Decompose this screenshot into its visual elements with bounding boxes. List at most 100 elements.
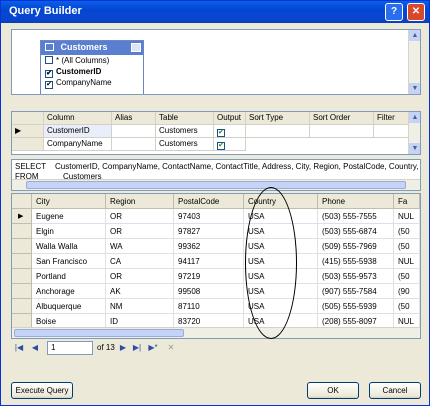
results-header-phone[interactable]: Phone xyxy=(318,194,394,209)
result-cell[interactable]: (509) 555-7969 xyxy=(318,239,394,254)
current-record-input[interactable]: 1 xyxy=(47,341,93,355)
result-cell[interactable]: Eugene xyxy=(32,209,106,224)
result-cell[interactable]: Anchorage xyxy=(32,284,106,299)
result-cell[interactable]: Portland xyxy=(32,269,106,284)
column-item-all[interactable]: * (All Columns) xyxy=(41,55,143,66)
diagram-pane[interactable]: Customers * (All Columns) ✔ CustomerID ✔ C… xyxy=(11,29,421,95)
results-horizontal-scrollbar[interactable] xyxy=(12,327,420,338)
result-cell[interactable]: Albuquerque xyxy=(32,299,106,314)
row-selector[interactable] xyxy=(12,269,32,284)
result-cell[interactable]: WA xyxy=(106,239,174,254)
output-checkbox[interactable]: ✔ xyxy=(217,142,225,150)
row-selector[interactable] xyxy=(12,299,32,314)
row-selector[interactable] xyxy=(12,138,44,151)
column-item-companyname[interactable]: ✔ CompanyName xyxy=(41,77,143,89)
result-cell[interactable]: USA xyxy=(244,284,318,299)
customers-table-box[interactable]: Customers * (All Columns) ✔ CustomerID ✔ C… xyxy=(40,40,144,94)
cancel-button[interactable]: Cancel xyxy=(369,382,421,399)
previous-record-icon[interactable]: ◀ xyxy=(29,342,41,354)
result-cell[interactable]: NM xyxy=(106,299,174,314)
row-selector[interactable] xyxy=(12,224,32,239)
scroll-up-icon[interactable]: ▲ xyxy=(409,30,420,41)
result-cell[interactable]: NUL xyxy=(394,209,420,224)
checkbox-checked[interactable]: ✔ xyxy=(45,81,53,89)
result-cell[interactable]: (415) 555-5938 xyxy=(318,254,394,269)
result-cell[interactable]: Elgin xyxy=(32,224,106,239)
criteria-cell-column[interactable]: CompanyName xyxy=(44,138,112,151)
minimize-icon[interactable] xyxy=(131,43,141,52)
results-header-fax[interactable]: Fa xyxy=(394,194,420,209)
last-record-icon[interactable]: ▶| xyxy=(131,342,143,354)
row-selector[interactable] xyxy=(12,239,32,254)
result-cell[interactable]: USA xyxy=(244,254,318,269)
result-cell[interactable]: 99362 xyxy=(174,239,244,254)
sql-horizontal-scrollbar[interactable] xyxy=(12,179,420,190)
result-cell[interactable]: CA xyxy=(106,254,174,269)
result-cell[interactable]: NUL xyxy=(394,254,420,269)
result-cell[interactable]: (503) 555-7555 xyxy=(318,209,394,224)
result-cell[interactable]: USA xyxy=(244,269,318,284)
result-cell[interactable]: (505) 555-5939 xyxy=(318,299,394,314)
result-cell[interactable]: 87110 xyxy=(174,299,244,314)
criteria-cell-table[interactable]: Customers xyxy=(156,138,214,151)
result-cell[interactable]: AK xyxy=(106,284,174,299)
table-box-header[interactable]: Customers xyxy=(41,41,143,55)
row-selector-icon[interactable]: ▶ xyxy=(12,209,32,224)
result-cell[interactable]: 99508 xyxy=(174,284,244,299)
execute-query-button[interactable]: Execute Query xyxy=(11,382,73,399)
result-cell[interactable]: (50 xyxy=(394,299,420,314)
result-cell[interactable]: 97219 xyxy=(174,269,244,284)
scroll-up-icon[interactable]: ▲ xyxy=(409,112,420,123)
criteria-cell-column[interactable]: CustomerID xyxy=(44,125,112,138)
results-header-postalcode[interactable]: PostalCode xyxy=(174,194,244,209)
diagram-vertical-scrollbar[interactable]: ▲ ▼ xyxy=(408,30,420,94)
result-cell[interactable]: (907) 555-7584 xyxy=(318,284,394,299)
result-cell[interactable]: (503) 555-9573 xyxy=(318,269,394,284)
scroll-thumb[interactable] xyxy=(26,181,406,189)
criteria-cell-sort-type[interactable] xyxy=(246,125,310,138)
close-button[interactable]: ✕ xyxy=(407,3,425,21)
result-cell[interactable]: (50 xyxy=(394,269,420,284)
result-cell[interactable]: USA xyxy=(244,299,318,314)
scroll-down-icon[interactable]: ▼ xyxy=(409,143,420,154)
results-header-region[interactable]: Region xyxy=(106,194,174,209)
scroll-thumb[interactable] xyxy=(14,329,184,337)
sql-pane[interactable]: SELECT CustomerID, CompanyName, ContactNa… xyxy=(11,159,421,191)
next-record-icon[interactable]: ▶ xyxy=(117,342,129,354)
result-cell[interactable]: USA xyxy=(244,239,318,254)
output-checkbox[interactable]: ✔ xyxy=(217,129,225,137)
row-selector[interactable] xyxy=(12,254,32,269)
results-pane[interactable]: City Region PostalCode Country Phone Fa … xyxy=(11,193,421,339)
result-cell[interactable]: OR xyxy=(106,269,174,284)
criteria-vertical-scrollbar[interactable]: ▲ ▼ xyxy=(408,112,420,154)
row-selector[interactable] xyxy=(12,284,32,299)
scroll-down-icon[interactable]: ▼ xyxy=(409,83,420,94)
result-cell[interactable]: (50 xyxy=(394,239,420,254)
result-cell[interactable]: (90 xyxy=(394,284,420,299)
first-record-icon[interactable]: |◀ xyxy=(13,342,25,354)
checkbox[interactable] xyxy=(45,56,53,64)
delete-record-icon[interactable]: ✕ xyxy=(165,342,177,354)
result-cell[interactable]: OR xyxy=(106,224,174,239)
column-item-customerid[interactable]: ✔ CustomerID xyxy=(41,66,143,78)
result-cell[interactable]: (503) 555-6874 xyxy=(318,224,394,239)
result-cell[interactable]: OR xyxy=(106,209,174,224)
results-header-city[interactable]: City xyxy=(32,194,106,209)
result-cell[interactable]: USA xyxy=(244,224,318,239)
results-header-country[interactable]: Country xyxy=(244,194,318,209)
new-record-icon[interactable]: ▶* xyxy=(147,342,159,354)
result-cell[interactable]: Walla Walla xyxy=(32,239,106,254)
criteria-cell-sort-order[interactable] xyxy=(310,125,374,138)
result-cell[interactable]: (50 xyxy=(394,224,420,239)
criteria-cell-output[interactable]: ✔ xyxy=(214,138,246,151)
criteria-cell-alias[interactable] xyxy=(112,125,156,138)
ok-button[interactable]: OK xyxy=(307,382,359,399)
criteria-pane[interactable]: Column Alias Table Output Sort Type Sort… xyxy=(11,111,421,155)
criteria-cell-output[interactable]: ✔ xyxy=(214,125,246,138)
result-cell[interactable]: San Francisco xyxy=(32,254,106,269)
criteria-cell-table[interactable]: Customers xyxy=(156,125,214,138)
result-cell[interactable]: 97403 xyxy=(174,209,244,224)
result-cell[interactable]: USA xyxy=(244,209,318,224)
result-cell[interactable]: 94117 xyxy=(174,254,244,269)
criteria-cell-alias[interactable] xyxy=(112,138,156,151)
